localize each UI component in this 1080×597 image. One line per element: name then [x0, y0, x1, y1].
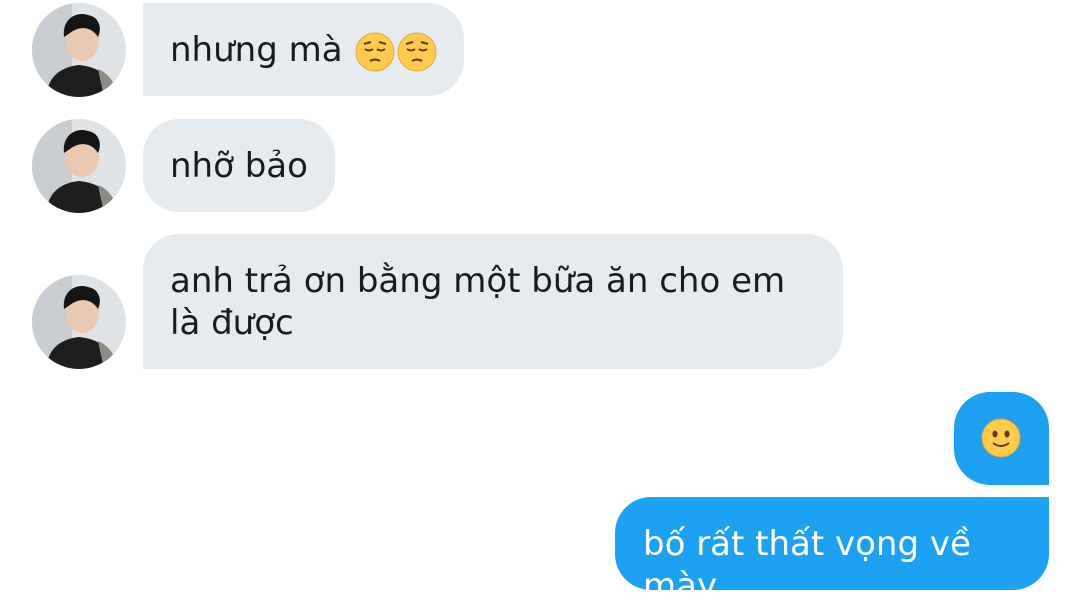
received-message-bubble[interactable]: nhỡ bảo — [143, 119, 335, 212]
pensive-face-icon — [397, 32, 437, 72]
pensive-face-icon — [355, 32, 395, 72]
message-text: anh trả ơn bằng một bữa ăn cho em là đượ… — [170, 261, 786, 343]
message-text: nhưng mà — [170, 30, 343, 70]
sent-message-bubble[interactable]: bố rất thất vọng về mày — [615, 497, 1049, 597]
avatar[interactable] — [32, 119, 126, 213]
received-message-bubble[interactable]: nhưng mà — [143, 3, 465, 96]
message-text: bố rất thất vọng về mày — [643, 524, 971, 597]
avatar[interactable] — [32, 3, 126, 97]
slightly-smiling-face-icon — [981, 418, 1021, 458]
message-text: nhỡ bảo — [170, 146, 308, 186]
received-message-bubble[interactable]: anh trả ơn bằng một bữa ăn cho em là đượ… — [143, 234, 843, 369]
sent-message-bubble[interactable] — [954, 392, 1049, 485]
chat-thread: nhưng mà nhỡ bảo anh trả ơn bằng một bữa… — [0, 0, 1080, 597]
avatar[interactable] — [32, 275, 126, 369]
